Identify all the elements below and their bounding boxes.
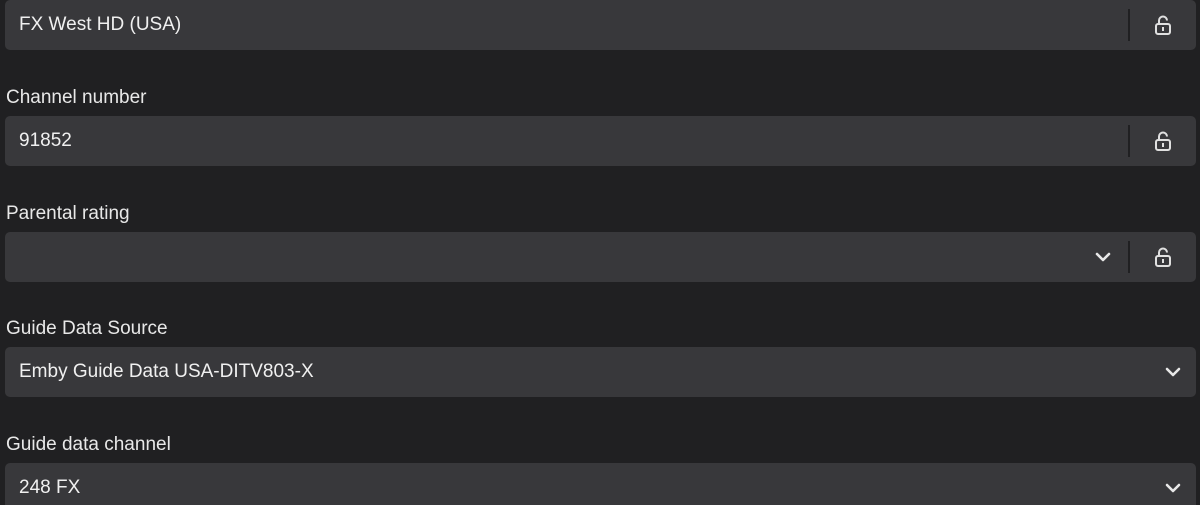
parental-rating-lock-button[interactable]: [1130, 232, 1196, 282]
chevron-down-icon: [1158, 463, 1188, 505]
parental-rating-select[interactable]: [5, 232, 1196, 282]
channel-edit-form: FX West HD (USA) Channel number 91852 Pa…: [0, 0, 1200, 505]
guide-channel-select[interactable]: 248 FX: [5, 463, 1196, 505]
guide-source-select[interactable]: Emby Guide Data USA-DITV803-X: [5, 347, 1196, 397]
chevron-down-icon: [1158, 347, 1188, 397]
unlock-icon: [1155, 247, 1171, 267]
guide-channel-label: Guide data channel: [6, 434, 171, 455]
channel-number-value: 91852: [19, 130, 72, 151]
guide-source-label: Guide Data Source: [6, 318, 168, 339]
unlock-icon: [1155, 131, 1171, 151]
name-field[interactable]: FX West HD (USA): [5, 0, 1196, 50]
unlock-icon: [1155, 15, 1171, 35]
channel-number-label: Channel number: [6, 87, 147, 108]
guide-channel-value: 248 FX: [19, 477, 81, 498]
channel-number-field[interactable]: 91852: [5, 116, 1196, 166]
guide-source-value: Emby Guide Data USA-DITV803-X: [19, 361, 314, 382]
name-value: FX West HD (USA): [19, 14, 182, 35]
parental-rating-label: Parental rating: [6, 203, 130, 224]
name-lock-button[interactable]: [1130, 0, 1196, 50]
chevron-down-icon: [1088, 232, 1118, 282]
channel-number-lock-button[interactable]: [1130, 116, 1196, 166]
